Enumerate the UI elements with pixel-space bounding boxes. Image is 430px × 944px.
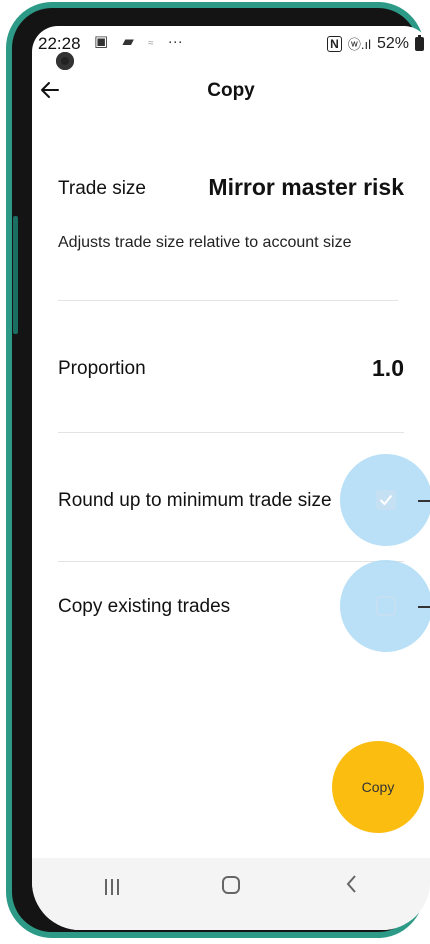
page-title: Copy [207, 80, 255, 101]
edge-marker [418, 606, 430, 608]
trade-size-description: Adjusts trade size relative to account s… [58, 234, 352, 251]
trade-size-row[interactable]: Trade size Mirror master risk Adjusts tr… [58, 174, 404, 268]
trade-size-value[interactable]: Mirror master risk [208, 174, 404, 201]
proportion-label: Proportion [58, 358, 146, 379]
check-icon [379, 494, 393, 506]
status-icons-left: ▣ ▰ ≈ ··· [94, 32, 193, 50]
message-icon: ▰ [122, 33, 134, 50]
divider [58, 432, 404, 433]
wifi-signal-icon: ⓦ.ıl [347, 37, 371, 52]
system-nav-bar [32, 858, 430, 930]
nfc-icon: N [327, 35, 342, 52]
battery-text: 52% [376, 34, 409, 52]
divider [58, 561, 404, 562]
status-icons-right: N ⓦ.ıl 52% [327, 34, 424, 53]
proportion-row[interactable]: Proportion 1.0 [58, 355, 404, 388]
top-bar: Copy [32, 72, 430, 116]
nav-back-icon[interactable] [344, 872, 358, 896]
proportion-value[interactable]: 1.0 [372, 355, 404, 382]
recents-icon[interactable] [104, 878, 120, 896]
screen: 22:28 ▣ ▰ ≈ ··· N ⓦ.ıl 52% Copy Trade si… [32, 26, 430, 930]
round-up-checkbox[interactable] [376, 490, 396, 510]
home-icon[interactable] [222, 876, 240, 894]
edge-marker [418, 500, 430, 502]
divider [58, 300, 398, 301]
front-camera [56, 52, 74, 70]
status-bar: 22:28 ▣ ▰ ≈ ··· N ⓦ.ıl 52% [32, 26, 430, 62]
trade-size-label: Trade size [58, 178, 146, 199]
status-time: 22:28 [38, 34, 81, 53]
image-icon: ▣ [94, 33, 109, 50]
more-icon: ··· [167, 33, 183, 50]
side-button [13, 216, 18, 334]
battery-icon [415, 34, 424, 51]
copy-fab-button[interactable]: Copy [332, 741, 424, 833]
notification-icon: ≈ [148, 38, 154, 49]
copy-existing-checkbox[interactable] [376, 596, 396, 616]
